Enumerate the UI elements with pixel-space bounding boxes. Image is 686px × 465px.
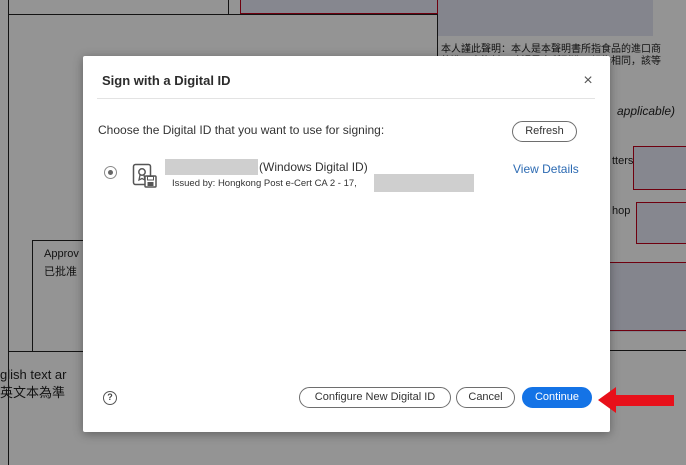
sign-digital-id-dialog: Sign with a Digital ID × Choose the Digi… <box>83 56 610 432</box>
digital-id-radio[interactable] <box>104 166 117 179</box>
dialog-title: Sign with a Digital ID <box>102 73 231 88</box>
digital-id-certificate-icon <box>132 163 157 188</box>
refresh-button[interactable]: Refresh <box>512 121 577 142</box>
red-arrow-icon <box>598 387 674 413</box>
instruction-text: Choose the Digital ID that you want to u… <box>98 123 385 137</box>
digital-id-issuer: Issued by: Hongkong Post e-Cert CA 2 - 1… <box>172 178 357 189</box>
radio-selected-dot <box>107 169 113 175</box>
close-icon[interactable]: × <box>579 72 597 90</box>
configure-new-digital-id-button[interactable]: Configure New Digital ID <box>299 387 451 408</box>
view-details-link[interactable]: View Details <box>513 162 579 176</box>
help-icon[interactable]: ? <box>103 391 117 405</box>
continue-button[interactable]: Continue <box>522 387 592 408</box>
title-divider <box>97 98 595 99</box>
digital-id-type: (Windows Digital ID) <box>259 160 368 174</box>
redacted-issuer-detail <box>374 174 474 192</box>
redacted-id-name <box>165 159 258 175</box>
cancel-button[interactable]: Cancel <box>456 387 515 408</box>
